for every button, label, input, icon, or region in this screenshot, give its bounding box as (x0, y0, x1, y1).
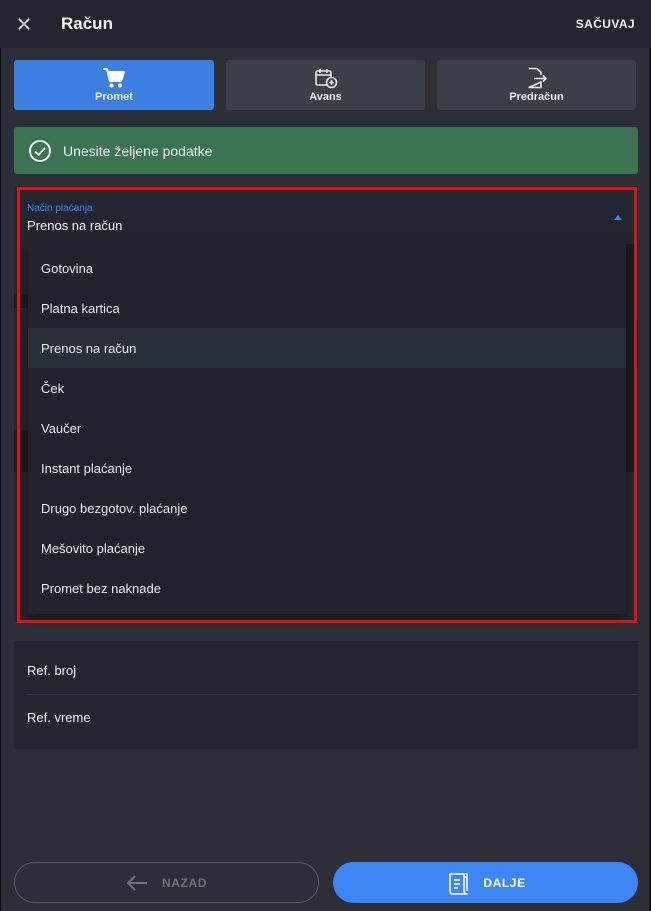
receipt-icon (449, 872, 469, 895)
app-header: Račun SAČUVAJ (0, 0, 651, 48)
menu-item-cek[interactable]: Ček (28, 368, 626, 408)
left-edge (0, 0, 1, 911)
calendar-add-icon (314, 69, 337, 89)
ref-number-field[interactable]: Ref. broj (14, 644, 638, 697)
close-icon (18, 18, 30, 30)
hidden-field-2 (14, 430, 28, 472)
next-button[interactable]: DALJE (333, 862, 638, 903)
next-label: DALJE (483, 875, 526, 890)
tab-predracun[interactable]: Predračun (437, 60, 636, 110)
tab-predracun-label: Predračun (509, 91, 564, 103)
arrow-left-icon (126, 874, 147, 891)
ref-time-field[interactable]: Ref. vreme (14, 691, 638, 744)
dropdown-arrow-icon[interactable] (614, 215, 622, 220)
cart-icon (103, 68, 125, 88)
check-circle-icon (29, 139, 51, 162)
hidden-field-1 (14, 294, 28, 308)
page-title: Račun (61, 14, 113, 33)
tab-promet[interactable]: Promet (14, 60, 214, 110)
tab-promet-label: Promet (95, 91, 133, 103)
payment-method-label: Način plaćanja (27, 203, 93, 214)
back-button[interactable]: NAZAD (14, 862, 319, 903)
close-button[interactable] (12, 12, 36, 36)
payment-method-menu: Gotovina Platna kartica Prenos na račun … (28, 242, 626, 614)
menu-item-drugo-bezgotov[interactable]: Drugo bezgotov. plaćanje (28, 488, 626, 528)
menu-item-promet-bez-naknade[interactable]: Promet bez naknade (28, 568, 626, 608)
payment-method-value[interactable]: Prenos na račun (27, 218, 122, 233)
back-label: NAZAD (162, 875, 207, 890)
menu-item-platna-kartica[interactable]: Platna kartica (28, 288, 626, 328)
menu-item-prenos-na-racun[interactable]: Prenos na račun (28, 328, 626, 368)
info-alert: Unesite željene podatke (14, 127, 638, 174)
menu-item-gotovina[interactable]: Gotovina (28, 248, 626, 288)
alert-text: Unesite željene podatke (63, 142, 213, 159)
document-export-icon (527, 67, 547, 89)
hidden-field-4 (626, 430, 638, 472)
tab-avans[interactable]: Avans (226, 60, 425, 110)
menu-item-mesovito-placanje[interactable]: Mešovito plaćanje (28, 528, 626, 568)
ref-card: Ref. broj Ref. vreme (14, 641, 638, 749)
menu-item-instant-placanje[interactable]: Instant plaćanje (28, 448, 626, 488)
hidden-field-3 (626, 244, 638, 444)
save-button[interactable]: SAČUVAJ (576, 17, 635, 31)
menu-item-vaucer[interactable]: Vaučer (28, 408, 626, 448)
tab-avans-label: Avans (309, 91, 342, 103)
